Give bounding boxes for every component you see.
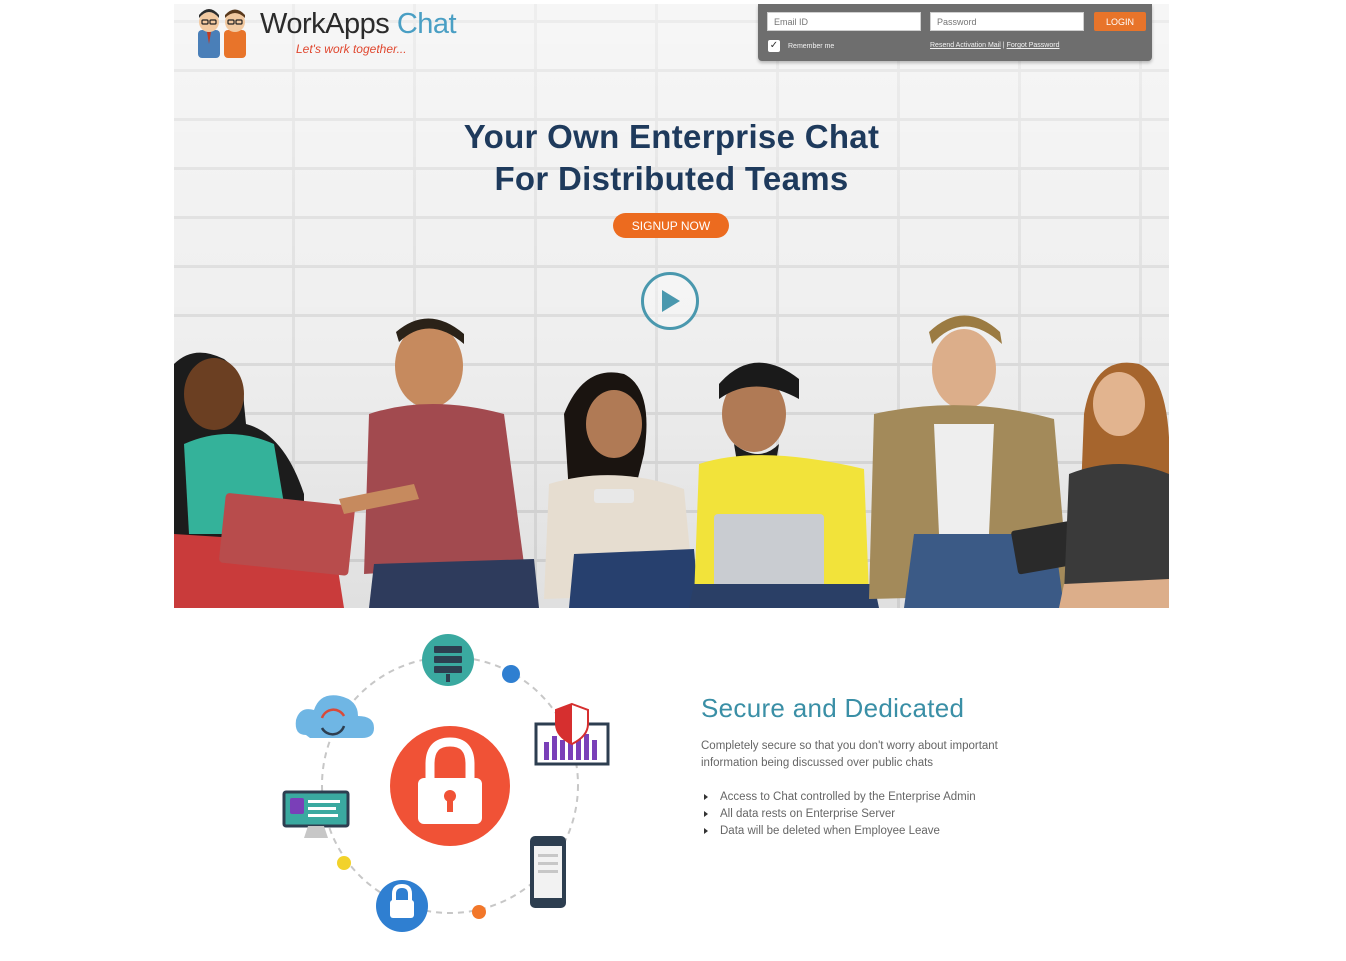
orbit-dot-yellow	[337, 856, 351, 870]
person-5	[869, 315, 1097, 608]
logo-mascot-icon	[198, 9, 246, 58]
remember-me[interactable]: ✓ Remember me	[768, 40, 834, 52]
orbit-dot-orange	[472, 905, 486, 919]
orbit-dot-blue	[502, 665, 520, 683]
password-field[interactable]	[930, 12, 1084, 31]
bullet-arrow-icon	[704, 827, 708, 834]
small-lock-icon	[376, 880, 428, 932]
forgot-password-link[interactable]: Forgot Password	[1007, 42, 1060, 49]
remember-me-label: Remember me	[788, 42, 835, 50]
feature-bullet-list: Access to Chat controlled by the Enterpr…	[704, 789, 976, 840]
person-6	[1059, 362, 1169, 608]
login-links: Resend Activation Mail | Forgot Password	[930, 42, 1059, 49]
server-icon	[422, 634, 474, 686]
list-item: Access to Chat controlled by the Enterpr…	[704, 789, 976, 806]
list-item: Data will be deleted when Employee Leave	[704, 823, 976, 840]
feature-title: Secure and Dedicated	[701, 693, 965, 723]
padlock-icon	[390, 726, 510, 846]
cloud-sync-icon	[295, 695, 374, 738]
person-1	[174, 352, 355, 608]
hero-banner: WorkApps Chat Let's work together... LOG…	[174, 4, 1169, 608]
resend-activation-link[interactable]: Resend Activation Mail	[930, 42, 1001, 49]
email-field[interactable]	[767, 12, 921, 31]
bullet-arrow-icon	[704, 810, 708, 817]
hero-headline-line2: For Distributed Teams	[494, 160, 849, 197]
login-panel: LOGIN ✓ Remember me Resend Activation Ma…	[758, 4, 1152, 61]
bullet-arrow-icon	[704, 793, 708, 800]
person-4	[689, 362, 879, 608]
id-card-monitor-icon	[282, 790, 350, 838]
shield-chart-icon	[534, 702, 610, 766]
hero-people-photo	[174, 315, 1169, 608]
person-3	[544, 372, 699, 608]
brand-name: WorkApps Chat	[260, 8, 457, 40]
brand-tagline: Let's work together...	[296, 42, 407, 56]
signup-now-button[interactable]: SIGNUP NOW	[613, 213, 729, 238]
login-button[interactable]: LOGIN	[1094, 12, 1146, 31]
hero-headline-line1: Your Own Enterprise Chat	[463, 118, 880, 155]
person-2	[339, 318, 539, 608]
feature-description: Completely secure so that you don't worr…	[701, 740, 998, 769]
list-item: All data rests on Enterprise Server	[704, 806, 976, 823]
remember-me-checkbox[interactable]: ✓	[768, 40, 780, 52]
smartphone-icon	[530, 836, 566, 908]
hero-headline: Your Own Enterprise Chat For Distributed…	[174, 116, 1169, 200]
brand-logo[interactable]: WorkApps Chat Let's work together...	[192, 6, 472, 62]
link-separator: |	[1002, 42, 1005, 49]
security-illustration	[282, 634, 610, 932]
